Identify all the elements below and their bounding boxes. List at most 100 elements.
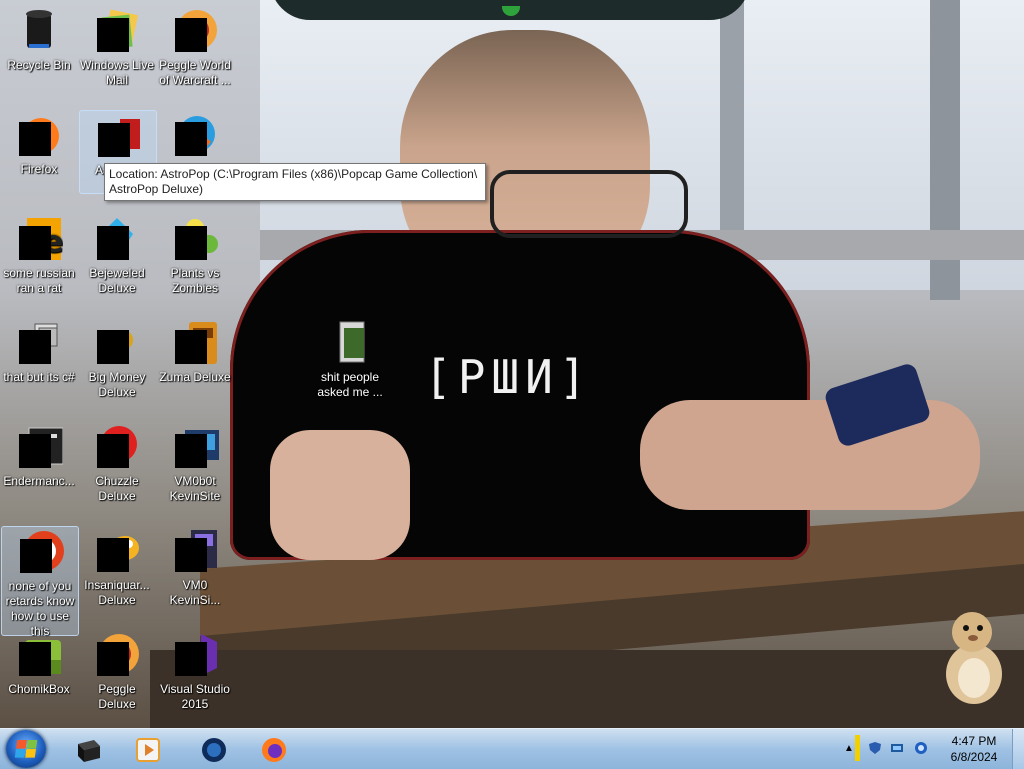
desktop-icon-label: Peggle World of Warcraft ... (159, 58, 231, 87)
desktop-icon-vm0b0t[interactable]: VM0b0t KevinSite (157, 422, 233, 504)
astropop-icon (94, 111, 142, 159)
app-icon (16, 527, 64, 575)
plant-icon (171, 214, 219, 262)
redaction-block (175, 538, 207, 572)
redaction-block (175, 18, 207, 52)
show-desktop-button[interactable] (1012, 729, 1024, 769)
system-tray: ▲ (842, 729, 942, 769)
hamster-gadget[interactable] (938, 604, 1008, 708)
app-icon (171, 110, 219, 158)
taskbar-pinned-firefox[interactable] (246, 731, 302, 767)
redaction-block (19, 226, 51, 260)
redaction-block (19, 330, 51, 364)
desktop-icon-label: Insaniquar... Deluxe (84, 578, 150, 607)
redaction-block (175, 122, 207, 156)
desktop-icon-label: Peggle Deluxe (98, 682, 136, 711)
desktop-icon-chuzzle[interactable]: Chuzzle Deluxe (79, 422, 155, 504)
desktop-icon-label: Windows Live Mail (79, 58, 155, 87)
desktop-icon-vm0-kevin[interactable]: VM0 KevinSi... (157, 526, 233, 608)
redaction-block (175, 642, 207, 676)
desktop-icon-label: Big Money Deluxe (88, 370, 146, 399)
desktop-icon-none-of-you[interactable]: none of you retards know how to use this (1, 526, 79, 638)
desktop-icon-label: Chuzzle Deluxe (95, 474, 139, 503)
desktop-icon-big-money[interactable]: Big Money Deluxe (79, 318, 155, 400)
desktop-wallpaper: [РШИ] Recycle Bin Firefox e some russian… (0, 0, 1024, 728)
desktop-icon-recycle-bin[interactable]: Recycle Bin (1, 6, 77, 73)
mail-icon (93, 6, 141, 54)
tray-indicator (855, 735, 860, 761)
shirt-text: [РШИ] (424, 350, 593, 404)
desktop-icon-enderman[interactable]: Endermanc... (1, 422, 77, 489)
taskbar-pinned-app2[interactable] (186, 731, 242, 767)
taskbar-pinned-media-player[interactable] (120, 731, 176, 767)
peggle-icon (93, 630, 141, 678)
wallpaper-desk (150, 650, 1024, 728)
desktop-icon-label: that but its c# (3, 370, 75, 384)
shield-icon[interactable] (868, 741, 882, 755)
desktop-icon-zuma[interactable]: Zuma Deluxe (157, 318, 233, 385)
desktop-icon-plants-vs-zombies[interactable]: Plants vs Zombies (157, 214, 233, 296)
clock-date: 6/8/2024 (950, 750, 998, 764)
desktop-icon-peggle-world[interactable]: Peggle World of Warcraft ... (157, 6, 233, 88)
desktop-icon-label: Zuma Deluxe (159, 370, 231, 384)
wallpaper-arm (270, 430, 410, 560)
redaction-block (97, 226, 129, 260)
redaction-block (175, 226, 207, 260)
desktop-icon-that-but-its-c[interactable]: that but its c# (1, 318, 77, 385)
redaction-block (20, 539, 52, 573)
shortcut-icon (15, 318, 63, 366)
redaction-block (97, 18, 129, 52)
windows-logo-icon (14, 740, 38, 758)
desktop-icon-shit-people[interactable]: shit people asked me ... (312, 318, 388, 400)
zuma-icon (171, 318, 219, 366)
taskbar-pinned-app[interactable] (60, 731, 116, 767)
redaction-block (97, 330, 129, 364)
redaction-block (97, 434, 129, 468)
redaction-block (175, 330, 207, 364)
desktop-icon-bejeweled[interactable]: Bejeweled Deluxe (79, 214, 155, 296)
redaction-block (19, 434, 51, 468)
speaker-icon[interactable] (914, 741, 928, 755)
box-icon (15, 630, 63, 678)
start-button[interactable] (6, 730, 46, 768)
file-icon (171, 526, 219, 574)
desktop-icon-label: Endermanc... (3, 474, 75, 488)
desktop-icon-label: VM0 KevinSi... (169, 578, 221, 607)
redaction-block (175, 434, 207, 468)
taskbar: ▲ 4:47 PM 6/8/2024 (0, 728, 1024, 769)
globe-icon (202, 738, 226, 762)
desktop-icon-chomikbox[interactable]: ChomikBox (1, 630, 77, 697)
redaction-block (98, 123, 130, 157)
wallpaper-arm (640, 400, 980, 510)
desktop-icon-label: some russian ran a rat (3, 266, 75, 295)
desktop-icon-label: Firefox (20, 162, 58, 176)
redaction-block (97, 642, 129, 676)
clock[interactable]: 4:47 PM 6/8/2024 (940, 733, 1008, 765)
redaction-block (19, 642, 51, 676)
desktop-icon-label: Visual Studio 2015 (160, 682, 230, 711)
dark-box-icon (78, 740, 100, 762)
desktop-icon-some-russian[interactable]: e some russian ran a rat (1, 214, 77, 296)
app-icon (171, 422, 219, 470)
desktop-icon-insaniquarium[interactable]: Insaniquar... Deluxe (79, 526, 155, 608)
money-icon (93, 318, 141, 366)
desktop-icon-label: ChomikBox (8, 682, 70, 696)
tray-expand-icon[interactable]: ▲ (844, 743, 854, 754)
desktop-icon-r2c3[interactable] (157, 110, 233, 162)
desktop-icon-peggle-deluxe[interactable]: Peggle Deluxe (79, 630, 155, 712)
firefox-icon (15, 110, 63, 158)
desktop-icon-label: Recycle Bin (7, 58, 71, 72)
desktop-icon-windows-live-mail[interactable]: Windows Live Mail (79, 6, 155, 88)
tooltip: Location: AstroPop (C:\Program Files (x8… (104, 163, 486, 201)
desktop-icon-label: Bejeweled Deluxe (89, 266, 145, 295)
chuzzle-icon (93, 422, 141, 470)
folder-icon (326, 318, 374, 366)
desktop-icon-label: VM0b0t KevinSite (169, 474, 221, 503)
desktop-icon-visual-studio[interactable]: Visual Studio 2015 (157, 630, 233, 712)
desktop-icon-firefox[interactable]: Firefox (1, 110, 77, 177)
visual-studio-icon (171, 630, 219, 678)
redaction-block (19, 122, 51, 156)
network-icon[interactable] (890, 741, 904, 755)
peggle-icon (171, 6, 219, 54)
desktop-icon-label: shit people asked me ... (317, 370, 383, 399)
